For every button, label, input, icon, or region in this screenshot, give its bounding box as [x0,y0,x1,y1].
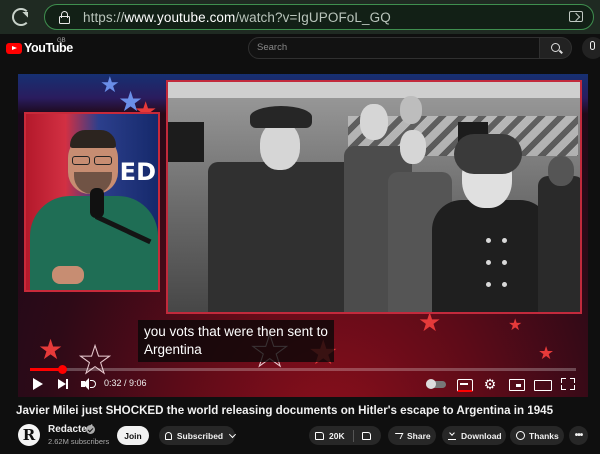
coat-button [486,260,491,265]
microphone-icon [590,41,595,50]
channel-avatar[interactable]: R [18,424,40,446]
subscriber-count: 2.62M subscribers [48,437,110,446]
star-decoration: ★ [538,343,555,363]
theater-mode-icon[interactable] [534,376,552,392]
url-text[interactable]: https://www.youtube.com/watch?v=IgUPOFoL… [83,10,391,25]
host-glasses [72,156,114,165]
settings-gear-icon[interactable]: ⚙ [482,376,498,392]
caption-line-1: you vots that were then sent to [144,324,328,339]
photo-window [168,122,204,162]
verified-badge-icon [86,425,95,434]
chevron-down-icon [229,430,237,438]
star-decoration: ★ [508,317,523,334]
reload-icon[interactable] [12,8,30,26]
channel-avatar-letter: R [22,426,36,444]
thumbs-down-icon[interactable] [361,431,371,440]
video-player[interactable]: ★ ★ ★ ★ ★ ★ ★ ★ ★ ★ ED [18,74,588,397]
fullscreen-icon[interactable] [560,376,576,392]
photo-cap [250,106,312,128]
address-bar[interactable]: https://www.youtube.com/watch?v=IgUPOFoL… [44,4,594,30]
coat-button [486,282,491,287]
voice-search-button[interactable] [582,37,600,59]
divider [352,429,354,442]
photo-face [548,156,574,186]
video-title: Javier Milei just SHOCKED the world rele… [16,404,554,417]
install-app-icon[interactable] [569,11,583,22]
youtube-logo-icon[interactable] [6,43,22,54]
player-controls: 0:32 / 9:06 ⚙ [18,372,588,396]
thanks-icon [516,431,525,440]
search-input[interactable]: Search [248,37,540,59]
coat-button [502,260,507,265]
thanks-button[interactable]: Thanks [510,426,564,445]
thumbs-up-icon[interactable] [315,431,324,440]
search-placeholder: Search [257,42,288,53]
caption-line-2: Argentina [144,342,202,357]
youtube-header: YouTube GB Search [0,34,600,64]
join-button[interactable]: Join [117,426,149,445]
host-video-frame: ED [24,112,160,292]
photo-face [360,104,388,140]
volume-icon[interactable] [80,376,96,392]
autoplay-toggle-icon[interactable] [426,376,446,392]
host-hand [52,266,84,284]
photo-figure-center [208,162,358,312]
download-icon [448,432,456,440]
search-icon [551,43,560,52]
subscribed-button[interactable]: Subscribed [159,426,237,445]
search-button[interactable] [540,37,572,59]
bell-icon [165,431,172,440]
host-hair [70,130,116,148]
host-microphone [90,188,104,218]
closed-caption: you vots that were then sent to Argentin… [138,320,334,362]
lock-icon[interactable] [59,11,70,24]
photo-figure-woman [432,200,550,312]
more-actions-button[interactable]: ••• [569,426,588,445]
coat-button [502,282,507,287]
share-icon [392,432,404,439]
share-label: Share [407,430,431,441]
subtitles-icon[interactable] [456,376,473,392]
star-decoration: ★ [38,334,64,365]
coat-button [502,238,507,243]
play-icon[interactable] [30,376,46,392]
like-dislike-group[interactable]: 20K [309,426,381,445]
star-decoration: ★ [100,74,120,97]
photo-roof [168,82,580,98]
photo-figure-right [538,176,580,312]
country-code: GB [57,38,66,44]
photo-face [400,96,422,124]
coat-button [486,238,491,243]
share-button[interactable]: Share [388,426,436,445]
subscribed-label: Subscribed [176,430,224,441]
photo-face [400,130,426,164]
historic-photo [166,80,582,314]
next-icon[interactable] [56,376,72,392]
photo-hair [454,134,522,174]
download-button[interactable]: Download [442,426,506,445]
time-display: 0:32 / 9:06 [104,378,147,388]
miniplayer-icon[interactable] [508,376,525,392]
download-label: Download [461,430,502,441]
browser-toolbar: https://www.youtube.com/watch?v=IgUPOFoL… [0,0,600,34]
photo-face [260,122,300,170]
like-count[interactable]: 20K [329,431,345,441]
studio-backdrop-text: ED [119,158,156,186]
progress-bar[interactable] [30,365,576,374]
thanks-label: Thanks [529,430,559,441]
